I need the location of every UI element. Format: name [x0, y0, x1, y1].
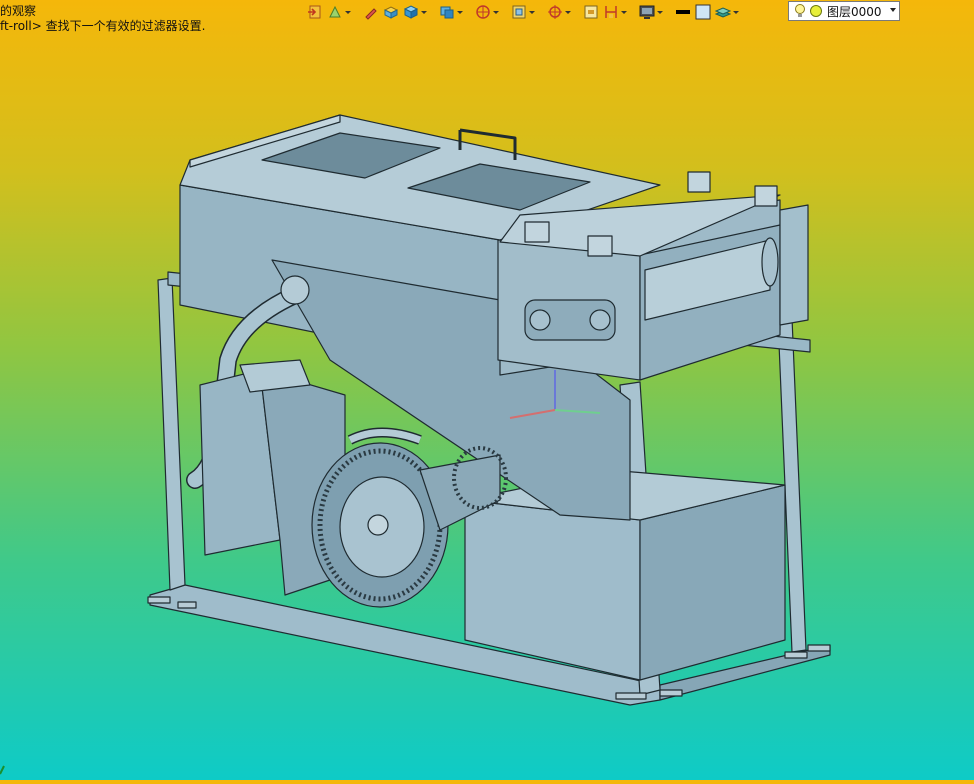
chevron-down-icon	[657, 10, 663, 14]
status-line-2: ft-roll> 查找下一个有效的过滤器设置.	[0, 19, 206, 33]
fill-color-icon	[695, 4, 711, 20]
chevron-down-icon	[421, 10, 427, 14]
chevron-down-icon[interactable]	[890, 8, 896, 12]
fill-color-button[interactable]	[694, 1, 712, 23]
layer-manager-icon	[715, 7, 731, 18]
pan-crosshair-icon	[548, 5, 562, 19]
sketch-button[interactable]	[362, 1, 380, 23]
machine-model	[147, 114, 831, 706]
layer-visible-icon[interactable]	[809, 4, 823, 18]
monitor-button[interactable]	[638, 1, 664, 23]
chevron-down-icon	[529, 10, 535, 14]
snap-filter-icon	[329, 5, 341, 18]
section-view-button[interactable]	[474, 1, 500, 23]
exit-sketch-icon	[308, 5, 321, 19]
chevron-down-icon	[493, 10, 499, 14]
face-button[interactable]	[382, 1, 400, 23]
chevron-down-icon	[345, 10, 351, 14]
solid-button[interactable]	[402, 1, 428, 23]
lightbulb-icon[interactable]	[793, 3, 807, 19]
monitor-icon	[639, 5, 655, 19]
dimension-button[interactable]	[602, 1, 628, 23]
line-color-icon	[676, 10, 690, 14]
chevron-down-icon	[621, 10, 627, 14]
layer-manager-button[interactable]	[714, 1, 740, 23]
layer-select-value: 图层0000	[827, 4, 882, 19]
exit-sketch-button[interactable]	[306, 1, 324, 23]
chevron-down-icon	[733, 10, 739, 14]
view-orientation-button[interactable]	[510, 1, 536, 23]
view-toolbar	[306, 0, 740, 24]
solid-box-icon	[403, 5, 419, 19]
box-face-icon	[383, 6, 399, 19]
checkmark-icon	[0, 765, 5, 775]
line-color-button[interactable]	[674, 1, 692, 23]
display-style-button[interactable]	[438, 1, 464, 23]
chevron-down-icon	[457, 10, 463, 14]
chevron-down-icon	[565, 10, 571, 14]
section-view-icon	[476, 5, 490, 19]
view-orientation-icon	[512, 5, 526, 19]
pan-button[interactable]	[546, 1, 572, 23]
display-style-icon	[440, 6, 454, 19]
snap-filter-button[interactable]	[326, 1, 352, 23]
3d-viewport[interactable]	[0, 0, 974, 780]
status-line-1: 的观察	[0, 4, 37, 18]
layer-select[interactable]: 图层0000	[788, 1, 900, 21]
fit-view-button[interactable]	[582, 1, 600, 23]
dimension-icon	[605, 6, 617, 18]
fit-view-icon	[584, 5, 598, 19]
pencil-icon	[365, 8, 377, 20]
